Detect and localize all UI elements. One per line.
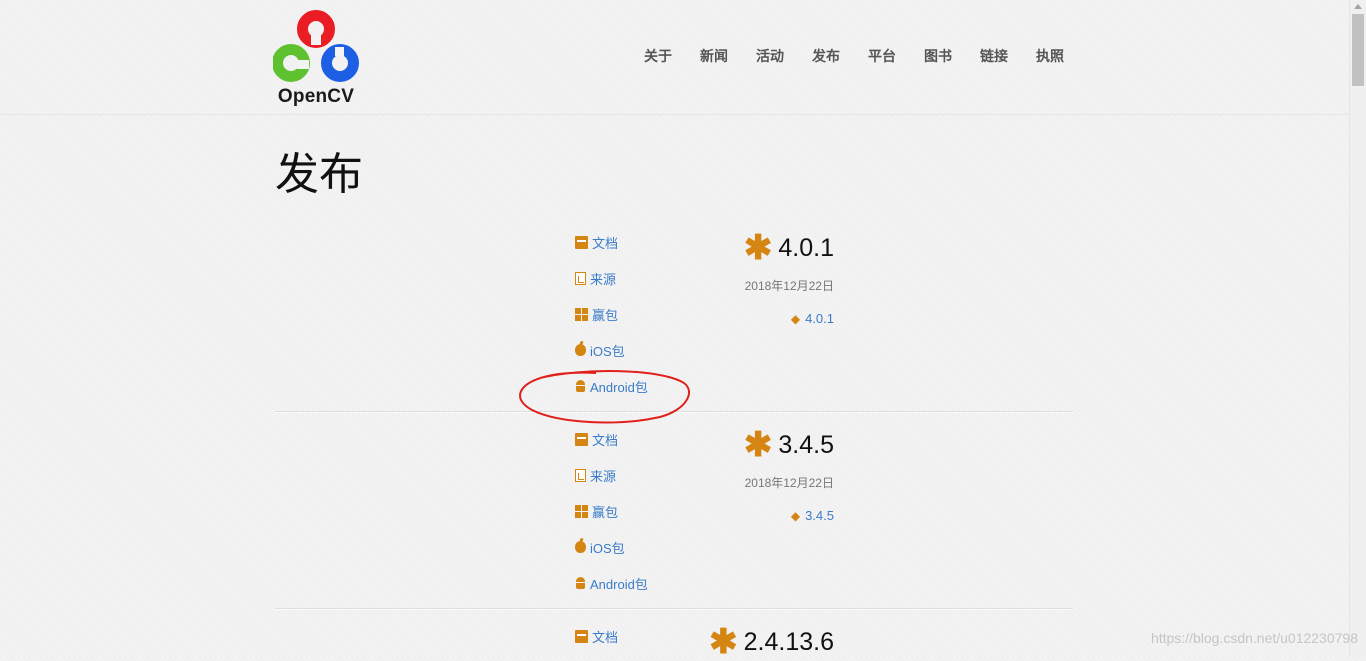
- scroll-up-arrow-icon[interactable]: [1354, 4, 1362, 9]
- release-version: ✱ 2.4.13.6: [709, 625, 834, 659]
- release-divider: [275, 608, 1073, 610]
- page-scrollbar[interactable]: [1349, 0, 1366, 657]
- opencv-logo[interactable]: OpenCV: [272, 8, 359, 108]
- link-android[interactable]: Android包: [575, 574, 648, 592]
- release-version: ✱ 4.0.1: [744, 231, 834, 265]
- opencv-logo-icon: [272, 10, 359, 82]
- release-tag[interactable]: ◆ 4.0.1: [791, 311, 834, 326]
- link-android[interactable]: Android包: [575, 377, 648, 395]
- archive-icon: [575, 629, 588, 643]
- nav-about[interactable]: 关于: [630, 46, 686, 66]
- nav-links[interactable]: 链接: [966, 46, 1022, 66]
- tag-label: 4.0.1: [805, 311, 834, 326]
- tag-icon: ◆: [790, 312, 801, 326]
- windows-icon: [575, 504, 588, 518]
- asterisk-icon: ✱: [709, 623, 738, 661]
- tag-icon: ◆: [790, 509, 801, 523]
- tag-label: 3.4.5: [805, 508, 834, 523]
- page-title: 发布: [275, 150, 363, 199]
- link-label: iOS包: [590, 540, 625, 556]
- nav-platforms[interactable]: 平台: [854, 46, 910, 66]
- link-label: 文档: [592, 432, 619, 448]
- link-label: Android包: [590, 576, 648, 592]
- source-file-icon: [575, 271, 586, 285]
- android-icon: [575, 576, 586, 590]
- link-source[interactable]: 来源: [575, 269, 616, 287]
- nav-books[interactable]: 图书: [910, 46, 966, 66]
- site-header: OpenCV 关于 新闻 活动 发布 平台 图书 链接 执照: [0, 0, 1350, 115]
- link-label: Android包: [590, 379, 648, 395]
- windows-icon: [575, 307, 588, 321]
- release-divider: [275, 411, 1073, 413]
- link-label: 来源: [590, 468, 617, 484]
- release-version: ✱ 3.4.5: [744, 428, 834, 462]
- nav-news[interactable]: 新闻: [686, 46, 742, 66]
- link-docs[interactable]: 文档: [575, 233, 618, 251]
- scrollbar-thumb[interactable]: [1352, 14, 1364, 86]
- source-file-icon: [575, 468, 586, 482]
- main-nav: 关于 新闻 活动 发布 平台 图书 链接 执照: [630, 46, 1078, 66]
- link-windows[interactable]: 赢包: [575, 305, 618, 323]
- link-ios[interactable]: iOS包: [575, 538, 625, 556]
- apple-icon: [575, 344, 586, 356]
- watermark: https://blog.csdn.net/u012230798: [1150, 630, 1358, 646]
- link-label: 文档: [592, 629, 619, 645]
- link-label: 来源: [590, 271, 617, 287]
- link-windows[interactable]: 赢包: [575, 502, 618, 520]
- link-label: iOS包: [590, 343, 625, 359]
- asterisk-icon: ✱: [743, 229, 773, 267]
- link-label: 赢包: [592, 307, 619, 323]
- release-tag[interactable]: ◆ 3.4.5: [791, 508, 834, 523]
- archive-icon: [575, 235, 588, 249]
- version-number: 3.4.5: [778, 430, 834, 459]
- link-label: 赢包: [592, 504, 619, 520]
- android-icon: [575, 379, 586, 393]
- link-source[interactable]: 来源: [575, 466, 616, 484]
- release-date: 2018年12月22日: [744, 476, 834, 490]
- link-docs[interactable]: 文档: [575, 430, 618, 448]
- asterisk-icon: ✱: [743, 426, 773, 464]
- link-ios[interactable]: iOS包: [575, 341, 625, 359]
- nav-releases[interactable]: 发布: [798, 46, 854, 66]
- link-docs[interactable]: 文档: [575, 627, 618, 645]
- version-number: 2.4.13.6: [743, 627, 834, 656]
- nav-events[interactable]: 活动: [742, 46, 798, 66]
- archive-icon: [575, 432, 588, 446]
- release-date: 2018年12月22日: [744, 279, 834, 293]
- nav-license[interactable]: 执照: [1022, 46, 1078, 66]
- link-label: 文档: [592, 235, 619, 251]
- logo-text: OpenCV: [277, 86, 355, 107]
- apple-icon: [575, 541, 586, 553]
- version-number: 4.0.1: [778, 233, 834, 262]
